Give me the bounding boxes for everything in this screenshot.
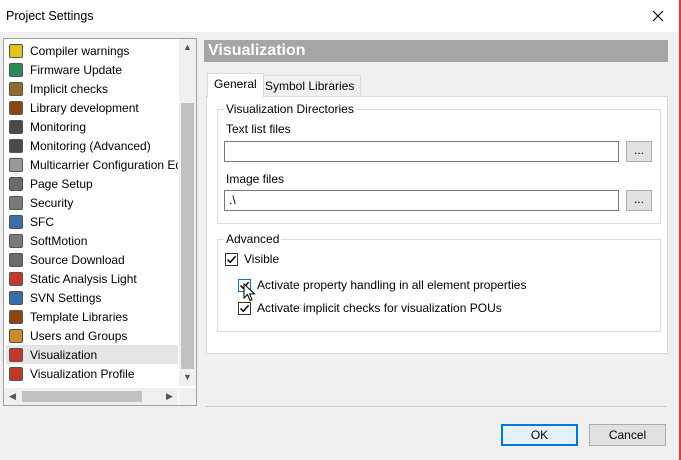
image-files-label: Image files <box>226 172 285 186</box>
tab-symbol-libraries[interactable]: Symbol Libraries <box>258 75 362 97</box>
directories-legend: Visualization Directories <box>226 102 354 116</box>
footer-divider <box>205 406 667 407</box>
implicit-checks-checkbox[interactable] <box>238 301 251 315</box>
scroll-right-icon[interactable]: ▶ <box>162 391 177 402</box>
visible-checkbox[interactable] <box>225 252 238 266</box>
tree-item-label: Static Analysis Light <box>30 271 137 286</box>
tab-general[interactable]: General <box>207 73 264 97</box>
tree-item[interactable]: Monitoring <box>6 117 178 136</box>
multicarrier-icon <box>9 157 23 172</box>
text-list-input[interactable] <box>224 141 619 162</box>
scroll-down-icon[interactable]: ▼ <box>180 372 195 382</box>
tree-item-label: Implicit checks <box>30 81 109 96</box>
library-icon <box>9 100 23 115</box>
warning-icon <box>9 43 23 58</box>
visible-option[interactable]: Visible <box>225 252 279 266</box>
svn-icon <box>9 290 23 305</box>
implicit-checks-label: Activate implicit checks for visualizati… <box>257 301 502 315</box>
scroll-left-icon[interactable]: ◀ <box>5 391 20 402</box>
static-analysis-icon <box>9 271 23 286</box>
window-title: Project Settings <box>6 9 94 23</box>
text-list-browse-button[interactable]: ... <box>626 141 652 162</box>
tree-vertical-scrollbar[interactable]: ▲ ▼ <box>179 39 196 386</box>
tree-item-label: Visualization Profile <box>30 366 135 381</box>
settings-tree[interactable]: Compiler warnings Firmware Update Implicit… <box>3 38 197 406</box>
tree-item[interactable]: Template Libraries <box>6 307 178 326</box>
tree-item-label: Source Download <box>30 252 125 267</box>
close-button[interactable] <box>635 0 681 32</box>
users-icon <box>9 328 23 343</box>
sfc-icon <box>9 214 23 229</box>
tree-item-label: SFC <box>30 214 54 229</box>
monitoring-advanced-icon <box>9 138 23 153</box>
implicit-checks-icon <box>9 81 23 96</box>
firmware-icon <box>9 62 23 77</box>
image-files-browse-button[interactable]: ... <box>626 190 652 211</box>
tree-item-label: Monitoring <box>30 119 87 134</box>
page-title: Visualization <box>204 40 668 62</box>
tree-item-label: Multicarrier Configuration Editc <box>30 157 178 172</box>
property-handling-option[interactable]: Activate property handling in all elemen… <box>238 278 526 292</box>
softmotion-icon <box>9 233 23 248</box>
close-icon <box>652 10 664 22</box>
visualization-profile-icon <box>9 366 23 381</box>
ok-button[interactable]: OK <box>501 424 578 446</box>
tree-item-label: SVN Settings <box>30 290 102 305</box>
tree-item[interactable]: Users and Groups <box>6 326 178 345</box>
cancel-button[interactable]: Cancel <box>589 424 666 446</box>
checkmark-icon <box>239 304 250 312</box>
template-libraries-icon <box>9 309 23 324</box>
tree-item[interactable]: Security <box>6 193 178 212</box>
scroll-up-icon[interactable]: ▲ <box>180 42 195 52</box>
tree-item[interactable]: Multicarrier Configuration Editc <box>6 155 178 174</box>
visible-label: Visible <box>244 252 280 266</box>
tree-item-label: Firmware Update <box>30 62 123 77</box>
tree-item-label: Page Setup <box>30 176 93 191</box>
tree-item-label: Library development <box>30 100 139 115</box>
tree-item-label: Users and Groups <box>30 328 128 343</box>
mouse-cursor-icon <box>243 283 256 302</box>
tree-item[interactable]: Page Setup <box>6 174 178 193</box>
monitoring-icon <box>9 119 23 134</box>
tree-item[interactable]: SVN Settings <box>6 288 178 307</box>
tree-item-label: SoftMotion <box>30 233 88 248</box>
tree-item[interactable]: Static Analysis Light <box>6 269 178 288</box>
tree-item-label: Compiler warnings <box>30 43 130 58</box>
tree-item-label: Template Libraries <box>30 309 129 324</box>
tree-item[interactable]: SFC <box>6 212 178 231</box>
tree-horizontal-scroll-thumb[interactable] <box>22 391 142 402</box>
source-download-icon <box>9 252 23 267</box>
tree-item-label: Visualization <box>30 347 98 362</box>
lock-icon <box>9 195 23 210</box>
image-files-input[interactable]: .\ <box>224 190 619 211</box>
text-list-label: Text list files <box>226 122 291 136</box>
tree-item[interactable]: Implicit checks <box>6 79 178 98</box>
advanced-legend: Advanced <box>226 232 280 246</box>
tree-item[interactable]: Library development <box>6 98 178 117</box>
visualization-icon <box>9 347 23 362</box>
tree-vertical-scroll-thumb[interactable] <box>181 103 194 369</box>
general-tab-panel: Visualization Directories Text list file… <box>206 96 668 354</box>
tree-item[interactable]: Source Download <box>6 250 178 269</box>
printer-icon <box>9 176 23 191</box>
tree-item-label: Security <box>30 195 74 210</box>
tree-item[interactable]: Monitoring (Advanced) <box>6 136 178 155</box>
scrollbar-corner <box>179 388 196 405</box>
checkmark-icon <box>226 255 237 263</box>
implicit-checks-option[interactable]: Activate implicit checks for visualizati… <box>238 301 502 315</box>
title-bar: Project Settings <box>0 0 681 32</box>
tree-horizontal-scrollbar[interactable]: ◀ ▶ <box>4 388 178 405</box>
tree-item[interactable]: Visualization Profile <box>6 364 178 383</box>
tree-item-label: Monitoring (Advanced) <box>30 138 151 153</box>
tree-item[interactable]: Visualization <box>6 345 178 364</box>
tree-item[interactable]: Firmware Update <box>6 60 178 79</box>
tree-item[interactable]: SoftMotion <box>6 231 178 250</box>
tree-item[interactable]: Compiler warnings <box>6 41 178 60</box>
property-handling-label: Activate property handling in all elemen… <box>257 278 527 292</box>
